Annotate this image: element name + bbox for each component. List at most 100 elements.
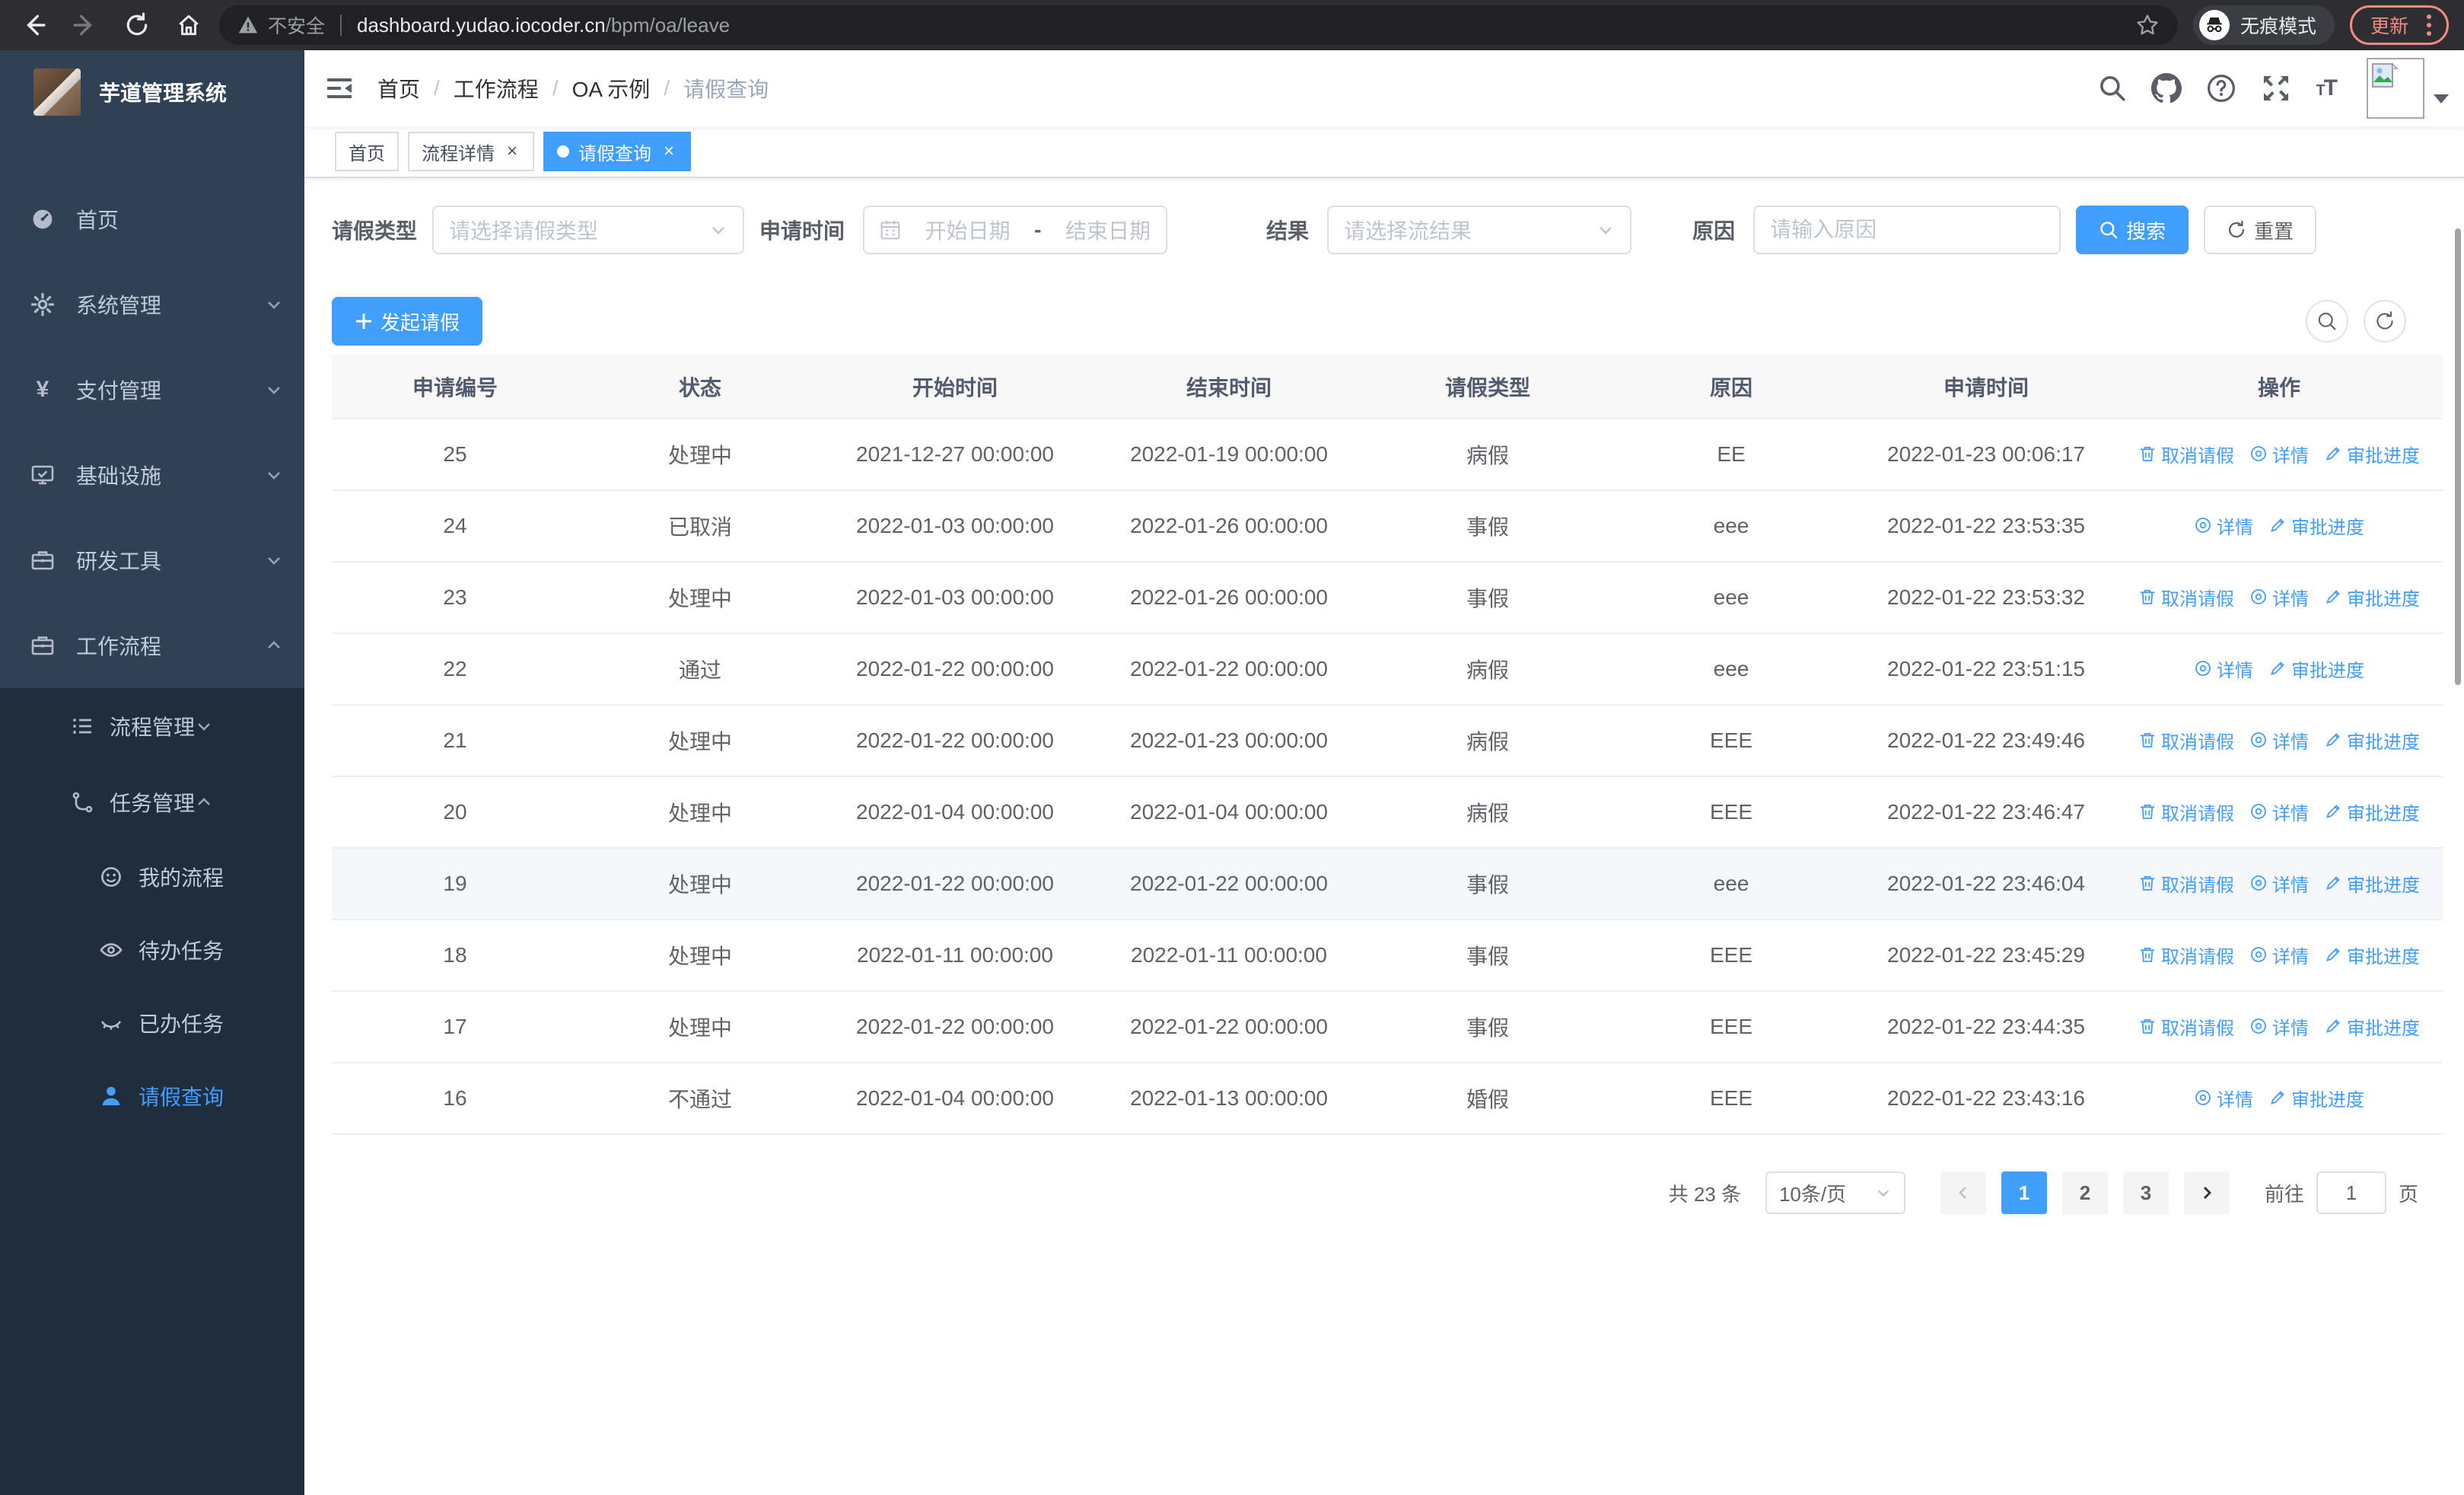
view-icon — [2251, 589, 2266, 605]
sidebar-item-done-tasks[interactable]: 已办任务 — [0, 987, 304, 1060]
reason-input[interactable] — [1770, 218, 2045, 242]
table-row[interactable]: 16 不通过 2022-01-04 00:00:00 2022-01-13 00… — [332, 1063, 2443, 1135]
detail-action[interactable]: 详情 — [2249, 727, 2309, 754]
help-icon[interactable] — [2194, 73, 2249, 104]
address-bar[interactable]: 不安全 dashboard.yudao.iocoder.cn/bpm/oa/le… — [219, 5, 2178, 45]
detail-action[interactable]: 详情 — [2249, 870, 2309, 897]
sidebar-item-home[interactable]: 首页 — [0, 177, 304, 262]
approval-progress-action[interactable]: 审批进度 — [2324, 727, 2420, 754]
cancel-leave-action[interactable]: 取消请假 — [2138, 942, 2234, 968]
browser-menu-icon[interactable] — [2421, 14, 2437, 36]
result-select[interactable]: 请选择流结果 — [1327, 206, 1632, 254]
sidebar-item-infrastructure[interactable]: 基础设施 — [0, 432, 304, 518]
create-leave-button[interactable]: 发起请假 — [332, 297, 483, 346]
close-icon[interactable]: × — [661, 141, 677, 162]
page-button-3[interactable]: 3 — [2122, 1171, 2169, 1214]
approval-progress-action[interactable]: 审批进度 — [2324, 799, 2420, 825]
browser-scrollbar[interactable] — [2455, 228, 2461, 685]
approval-progress-action[interactable]: 审批进度 — [2324, 1013, 2420, 1040]
approval-progress-action[interactable]: 审批进度 — [2324, 870, 2420, 897]
cell-apply-time: 2022-01-22 23:45:29 — [1857, 920, 2115, 992]
sidebar-item-todo-tasks[interactable]: 待办任务 — [0, 913, 304, 987]
table-row[interactable]: 24 已取消 2022-01-03 00:00:00 2022-01-26 00… — [332, 490, 2443, 563]
sidebar-item-system[interactable]: 系统管理 — [0, 262, 304, 347]
goto-page-input[interactable] — [2316, 1171, 2386, 1214]
sidebar-item-workflow[interactable]: 工作流程 — [0, 603, 304, 688]
table-row[interactable]: 18 处理中 2022-01-11 00:00:00 2022-01-11 00… — [332, 920, 2443, 992]
detail-action[interactable]: 详情 — [2249, 799, 2309, 825]
breadcrumb-workflow[interactable]: 工作流程 — [454, 73, 539, 104]
sidebar-item-payment[interactable]: ¥ 支付管理 — [0, 347, 304, 432]
browser-forward-button[interactable] — [67, 7, 103, 43]
security-label[interactable]: 不安全 — [268, 11, 325, 39]
table-row[interactable]: 21 处理中 2022-01-22 00:00:00 2022-01-23 00… — [332, 705, 2443, 777]
approval-progress-action[interactable]: 审批进度 — [2268, 1085, 2364, 1111]
refresh-table-button[interactable] — [2364, 300, 2406, 343]
font-size-icon[interactable]: TT — [2303, 75, 2348, 101]
trash-icon — [2141, 1019, 2154, 1034]
breadcrumb-oa-example[interactable]: OA 示例 — [572, 73, 651, 104]
table-row[interactable]: 19 处理中 2022-01-22 00:00:00 2022-01-22 00… — [332, 848, 2443, 920]
cancel-leave-action[interactable]: 取消请假 — [2138, 727, 2234, 754]
fullscreen-icon[interactable] — [2249, 73, 2303, 104]
browser-reload-button[interactable] — [119, 7, 155, 43]
tag-home[interactable]: 首页 — [335, 132, 399, 171]
tag-process-detail[interactable]: 流程详情 × — [408, 132, 535, 171]
header-search-icon[interactable] — [2086, 74, 2139, 103]
approval-progress-action[interactable]: 审批进度 — [2324, 942, 2420, 968]
detail-action[interactable]: 详情 — [2194, 1085, 2253, 1111]
sidebar-item-dev-tools[interactable]: 研发工具 — [0, 518, 304, 603]
detail-action[interactable]: 详情 — [2194, 655, 2253, 682]
cancel-leave-action[interactable]: 取消请假 — [2138, 441, 2234, 467]
toggle-search-button[interactable] — [2306, 300, 2348, 343]
tag-leave-query[interactable]: 请假查询 × — [543, 132, 692, 171]
sidebar-toggle-icon[interactable] — [304, 50, 377, 126]
approval-progress-action[interactable]: 审批进度 — [2268, 655, 2364, 682]
sidebar-item-task-management[interactable]: 任务管理 — [0, 764, 304, 840]
apply-time-label: 申请时间 — [759, 219, 845, 243]
page-button-1[interactable]: 1 — [2001, 1171, 2047, 1214]
detail-action[interactable]: 详情 — [2249, 584, 2309, 610]
cancel-leave-action[interactable]: 取消请假 — [2138, 584, 2234, 610]
browser-toolbar: 不安全 dashboard.yudao.iocoder.cn/bpm/oa/le… — [0, 0, 2464, 50]
github-icon[interactable] — [2139, 73, 2194, 104]
page-button-2[interactable]: 2 — [2061, 1171, 2108, 1214]
avatar-dropdown-icon[interactable] — [2434, 94, 2449, 104]
sidebar-item-process-management[interactable]: 流程管理 — [0, 688, 304, 764]
detail-action[interactable]: 详情 — [2194, 512, 2253, 539]
browser-home-button[interactable] — [170, 7, 207, 43]
table-row[interactable]: 25 处理中 2021-12-27 00:00:00 2022-01-19 00… — [332, 419, 2443, 491]
approval-progress-action[interactable]: 审批进度 — [2324, 441, 2420, 467]
prev-page-button[interactable] — [1940, 1171, 1986, 1214]
table-row[interactable]: 17 处理中 2022-01-22 00:00:00 2022-01-22 00… — [332, 991, 2443, 1063]
cancel-leave-action[interactable]: 取消请假 — [2138, 1013, 2234, 1040]
browser-update-button[interactable]: 更新 — [2349, 5, 2449, 45]
bookmark-star-icon[interactable] — [2135, 13, 2160, 37]
search-button[interactable]: 搜索 — [2076, 206, 2189, 254]
workflow-submenu: 流程管理 任务管理 我的流程 待办任务 已办任务 请假查询 — [0, 688, 304, 1495]
detail-action[interactable]: 详情 — [2249, 1013, 2309, 1040]
approval-progress-action[interactable]: 审批进度 — [2324, 584, 2420, 610]
sidebar-item-leave-query[interactable]: 请假查询 — [0, 1060, 304, 1133]
leave-type-select[interactable]: 请选择请假类型 — [432, 206, 745, 254]
detail-action[interactable]: 详情 — [2249, 942, 2309, 968]
cancel-leave-action[interactable]: 取消请假 — [2138, 799, 2234, 825]
cell-reason: eee — [1606, 490, 1857, 563]
table-row[interactable]: 22 通过 2022-01-22 00:00:00 2022-01-22 00:… — [332, 633, 2443, 706]
table-row[interactable]: 20 处理中 2022-01-04 00:00:00 2022-01-04 00… — [332, 776, 2443, 849]
breadcrumb-home[interactable]: 首页 — [377, 73, 420, 104]
avatar[interactable] — [2367, 58, 2424, 119]
close-icon[interactable]: × — [504, 141, 520, 162]
sidebar-item-my-process[interactable]: 我的流程 — [0, 840, 304, 913]
next-page-button[interactable] — [2183, 1171, 2230, 1214]
page-size-select[interactable]: 10条/页 — [1765, 1171, 1905, 1214]
approval-progress-action[interactable]: 审批进度 — [2268, 512, 2364, 539]
apply-time-range-picker[interactable]: 开始日期 - 结束日期 — [863, 206, 1168, 254]
reset-button[interactable]: 重置 — [2204, 206, 2317, 254]
table-row[interactable]: 23 处理中 2022-01-03 00:00:00 2022-01-26 00… — [332, 562, 2443, 634]
browser-back-button[interactable] — [15, 7, 52, 43]
detail-action[interactable]: 详情 — [2249, 441, 2309, 467]
cancel-leave-action[interactable]: 取消请假 — [2138, 870, 2234, 897]
app-logo[interactable]: 芋道管理系统 — [0, 50, 304, 134]
sidebar: 芋道管理系统 首页 系统管理 ¥ 支付管理 基础设施 研发工具 工作流程 流程管… — [0, 50, 304, 1495]
